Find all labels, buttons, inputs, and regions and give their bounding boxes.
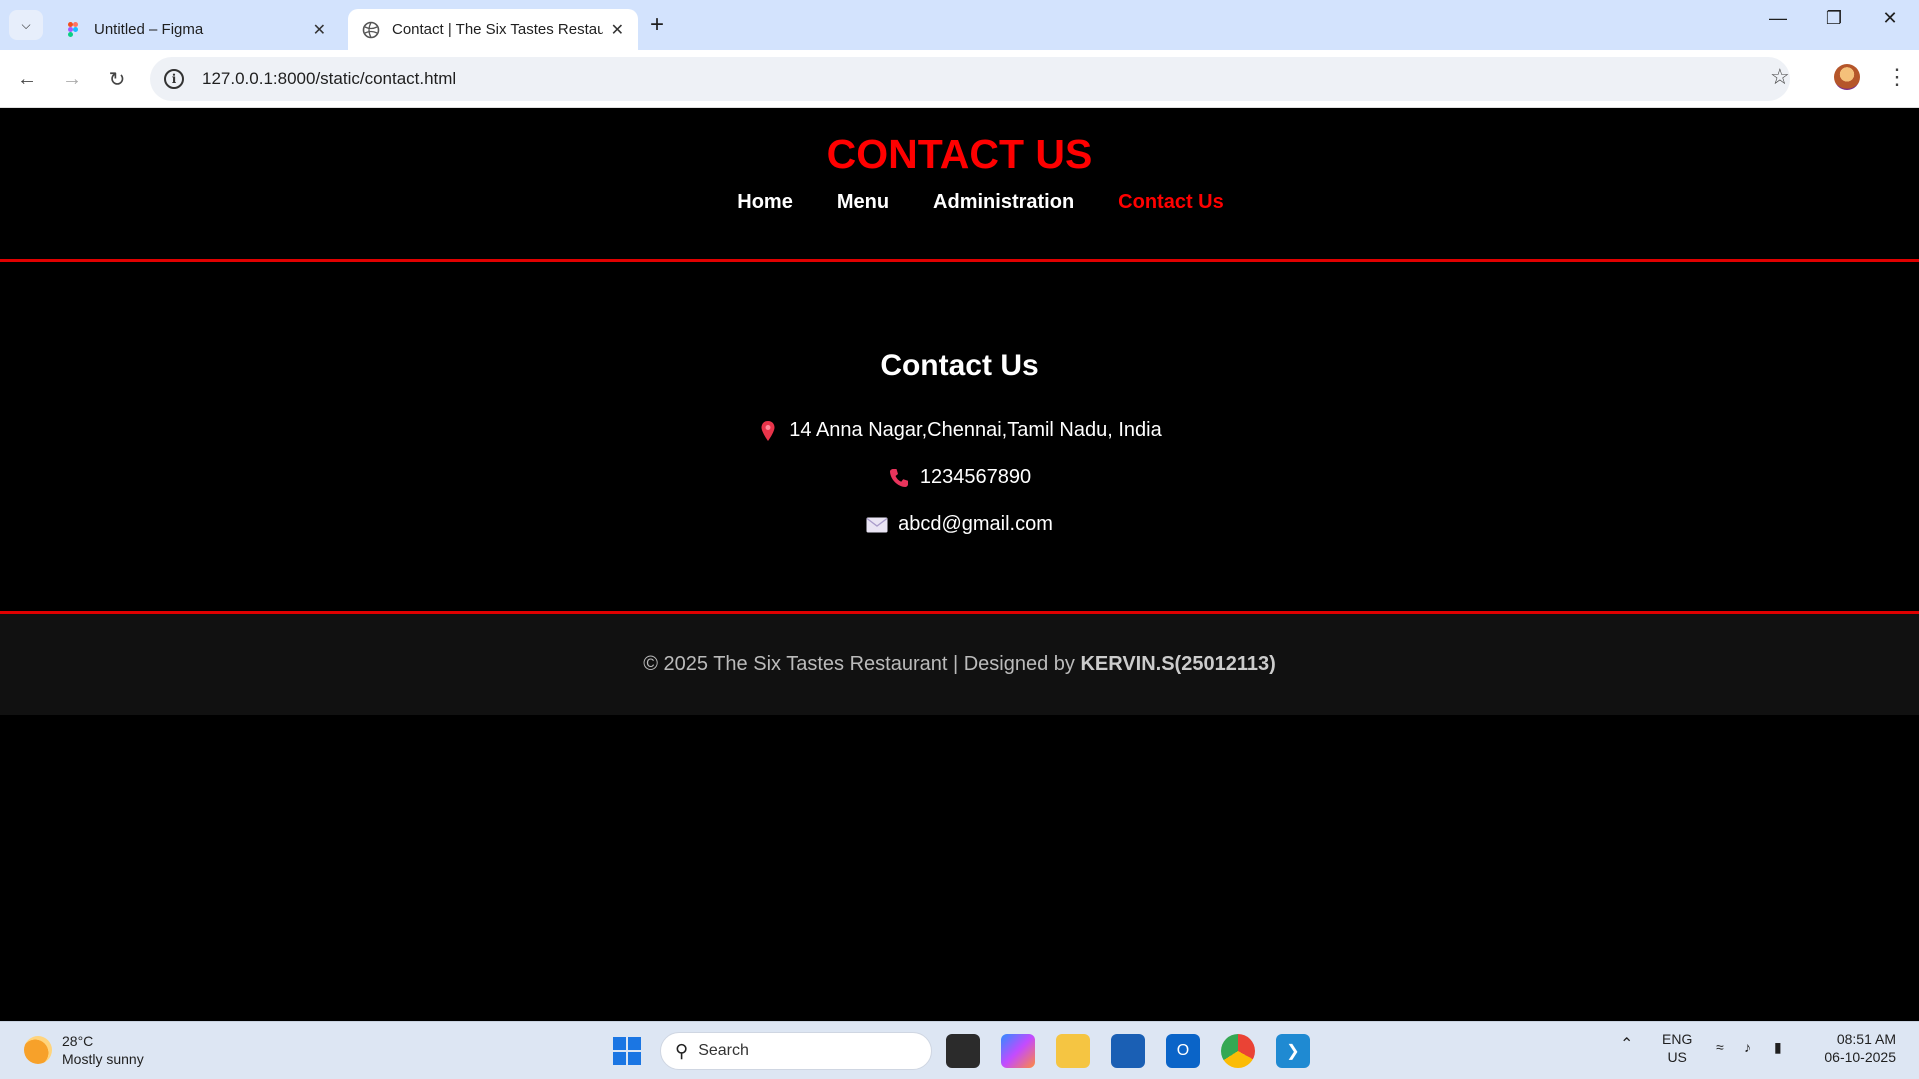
arrow-right-icon: → xyxy=(62,67,82,90)
volume-icon[interactable]: ♪ xyxy=(1744,1038,1751,1056)
tray-overflow-icon[interactable]: ⌃ xyxy=(1620,1036,1633,1054)
taskbar: 28°C Mostly sunny ⚲ Search O ❯ ⌃ ENG US … xyxy=(0,1021,1919,1079)
task-view-icon[interactable] xyxy=(946,1034,980,1068)
phone-text: 1234567890 xyxy=(919,466,1032,488)
reload-icon: ↻ xyxy=(108,68,126,91)
browser-tabstrip: ⌵ Untitled – Figma ✕ Contact | The Six T… xyxy=(0,0,1919,50)
language-line1: ENG xyxy=(1662,1031,1693,1047)
chrome-icon[interactable] xyxy=(1221,1034,1255,1068)
tab-figma[interactable]: Untitled – Figma ✕ xyxy=(50,9,340,50)
arrow-left-icon: ← xyxy=(17,67,37,90)
vscode-icon[interactable]: ❯ xyxy=(1276,1034,1310,1068)
minimize-button[interactable]: — xyxy=(1758,8,1798,29)
language-indicator[interactable]: ENG US xyxy=(1662,1030,1692,1066)
tab-contact[interactable]: Contact | The Six Tastes Restaurant ✕ xyxy=(348,9,638,50)
tab-close-icon[interactable]: ✕ xyxy=(313,20,326,40)
weather-temp: 28°C xyxy=(62,1033,94,1049)
restore-button[interactable]: ❐ xyxy=(1814,8,1854,29)
pin-icon xyxy=(757,420,779,442)
contact-section: Contact Us 14 Anna Nagar,Chennai,Tamil N… xyxy=(0,349,1919,548)
phone-icon xyxy=(888,467,910,489)
taskbar-search[interactable]: ⚲ Search xyxy=(660,1032,932,1070)
tab-title: Contact | The Six Tastes Restaurant xyxy=(392,21,603,38)
browser-toolbar: ← → ↻ i 127.0.0.1:8000/static/contact.ht… xyxy=(0,50,1919,108)
site-info-icon[interactable]: i xyxy=(164,69,184,89)
file-explorer-icon[interactable] xyxy=(1056,1034,1090,1068)
contact-email: abcd@gmail.com xyxy=(0,501,1919,548)
envelope-icon xyxy=(866,514,888,536)
nav-contact-us[interactable]: Contact Us xyxy=(1118,191,1224,214)
bookmark-star-icon[interactable]: ☆ xyxy=(1770,64,1790,90)
tab-title: Untitled – Figma xyxy=(94,21,204,38)
copilot-icon[interactable] xyxy=(1001,1034,1035,1068)
new-tab-button[interactable]: + xyxy=(650,12,664,38)
forward-button[interactable]: → xyxy=(57,64,87,94)
windows-logo-icon xyxy=(613,1037,641,1065)
site-header: CONTACT US Home Menu Administration Cont… xyxy=(0,109,1919,262)
address-bar[interactable]: i 127.0.0.1:8000/static/contact.html xyxy=(150,57,1790,101)
contact-phone: 1234567890 xyxy=(0,454,1919,501)
profile-avatar[interactable] xyxy=(1834,64,1860,90)
browser-menu-icon[interactable]: ⋮ xyxy=(1886,64,1908,90)
tab-close-icon[interactable]: ✕ xyxy=(611,20,624,40)
page-title: CONTACT US xyxy=(826,131,1093,177)
nav-administration[interactable]: Administration xyxy=(933,191,1074,214)
designer-name: KERVIN.S(25012113) xyxy=(1080,653,1276,675)
reload-button[interactable]: ↻ xyxy=(102,64,132,94)
clock[interactable]: 08:51 AM 06-10-2025 xyxy=(1816,1030,1896,1066)
search-icon: ⚲ xyxy=(675,1040,689,1061)
back-button[interactable]: ← xyxy=(12,64,42,94)
outlook-icon[interactable]: O xyxy=(1166,1034,1200,1068)
page-viewport: CONTACT US Home Menu Administration Cont… xyxy=(0,109,1919,1021)
url-text: 127.0.0.1:8000/static/contact.html xyxy=(202,69,457,88)
nav-menu[interactable]: Menu xyxy=(837,191,889,214)
close-window-button[interactable]: ✕ xyxy=(1870,8,1910,29)
weather-sun-icon xyxy=(24,1036,52,1064)
clock-time: 08:51 AM xyxy=(1836,1031,1896,1047)
clock-date: 06-10-2025 xyxy=(1824,1049,1896,1065)
weather-condition: Mostly sunny xyxy=(62,1051,144,1067)
wifi-icon[interactable]: ≈ xyxy=(1716,1038,1724,1056)
store-icon[interactable] xyxy=(1111,1034,1145,1068)
start-button[interactable] xyxy=(610,1034,644,1068)
globe-icon xyxy=(362,21,380,38)
language-line2: US xyxy=(1667,1049,1687,1065)
site-footer: © 2025 The Six Tastes Restaurant | Desig… xyxy=(0,611,1919,715)
weather-widget[interactable]: 28°C Mostly sunny xyxy=(24,1032,144,1068)
site-nav: Home Menu Administration Contact Us xyxy=(0,191,1919,214)
email-text: abcd@gmail.com xyxy=(898,513,1053,535)
battery-icon[interactable]: ▮ xyxy=(1774,1038,1782,1056)
footer-text: © 2025 The Six Tastes Restaurant | Desig… xyxy=(0,653,1919,676)
copyright-text: © 2025 The Six Tastes Restaurant | Desig… xyxy=(643,653,1081,675)
figma-icon xyxy=(68,21,78,37)
tab-search-button[interactable]: ⌵ xyxy=(9,10,43,40)
contact-address: 14 Anna Nagar,Chennai,Tamil Nadu, India xyxy=(0,407,1919,454)
address-text: 14 Anna Nagar,Chennai,Tamil Nadu, India xyxy=(789,419,1162,441)
nav-home[interactable]: Home xyxy=(737,191,793,214)
search-placeholder: Search xyxy=(698,1042,749,1059)
contact-heading: Contact Us xyxy=(880,349,1039,382)
chevron-down-icon: ⌵ xyxy=(21,17,31,32)
